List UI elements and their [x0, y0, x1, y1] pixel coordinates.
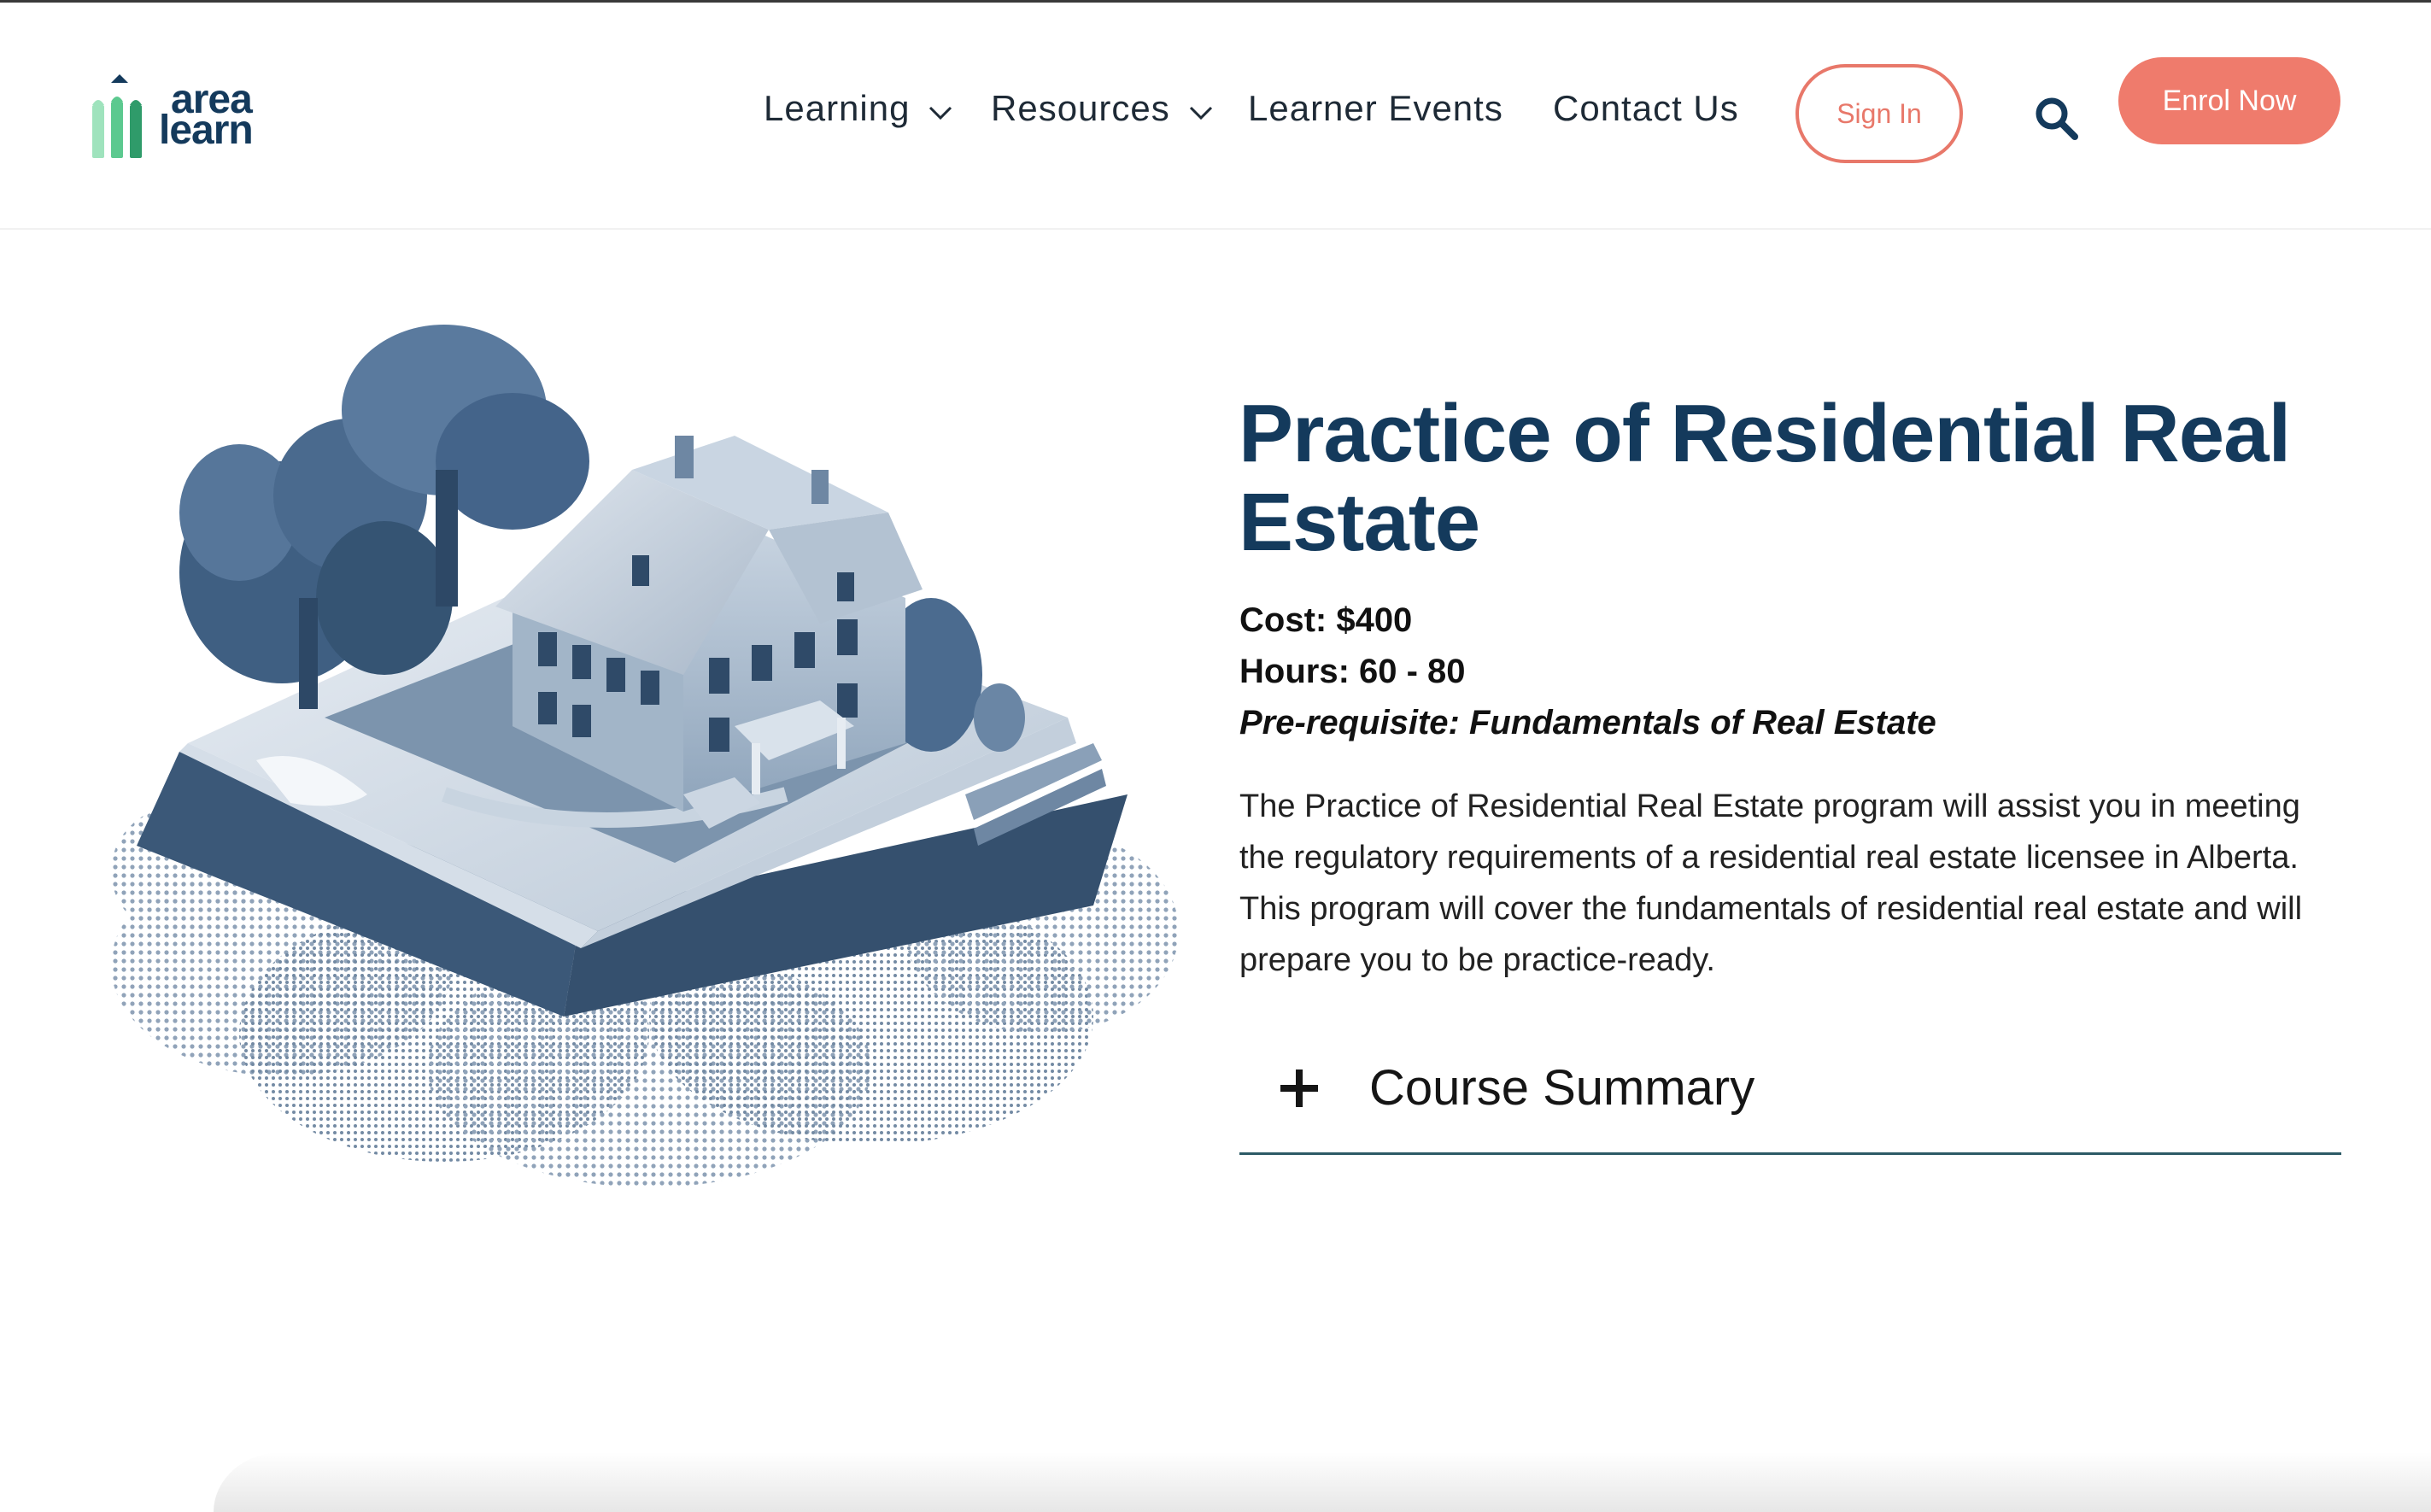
enrol-now-button[interactable]: Enrol Now	[2118, 57, 2340, 144]
course-meta: Cost: $400 Hours: 60 - 80 Pre-requisite:…	[1239, 595, 2350, 748]
course-summary-accordion[interactable]: Course Summary	[1239, 1034, 2341, 1155]
bottom-section-edge	[214, 1452, 2431, 1512]
chevron-down-icon	[929, 106, 952, 120]
course-prerequisite: Pre-requisite: Fundamentals of Real Esta…	[1239, 704, 1936, 741]
site-header: area learn Learning Resources Learner Ev…	[0, 3, 2431, 230]
hero-illustration	[85, 316, 1196, 1222]
sign-in-label: Sign In	[1836, 97, 1922, 129]
nav-learning-label: Learning	[764, 88, 911, 128]
course-description: The Practice of Residential Real Estate …	[1239, 788, 2303, 978]
nav-item-learner-events[interactable]: Learner Events	[1248, 88, 1503, 129]
search-icon	[2036, 97, 2078, 140]
search-button[interactable]	[2033, 95, 2081, 143]
house-on-book-image	[111, 325, 1179, 1187]
nav-item-resources[interactable]: Resources	[991, 88, 1213, 129]
course-summary-label: Course Summary	[1369, 1060, 1755, 1116]
sign-in-button[interactable]: Sign In	[1795, 64, 1963, 163]
nav-item-learning[interactable]: Learning	[764, 88, 952, 129]
course-title: Practice of Residential Real Estate	[1239, 388, 2291, 568]
nav-resources-label: Resources	[991, 88, 1170, 128]
plus-icon	[1280, 1070, 1318, 1107]
course-cost: Cost: $400	[1239, 601, 1413, 639]
main-nav: Learning Resources Learner Events Contac…	[0, 3, 2431, 228]
nav-item-contact-us[interactable]: Contact Us	[1553, 88, 1739, 129]
nav-learner-events-label: Learner Events	[1248, 88, 1503, 128]
chevron-down-icon	[1189, 106, 1212, 120]
course-hours: Hours: 60 - 80	[1239, 653, 1466, 690]
enrol-now-label: Enrol Now	[2162, 84, 2297, 117]
nav-contact-us-label: Contact Us	[1553, 88, 1739, 128]
